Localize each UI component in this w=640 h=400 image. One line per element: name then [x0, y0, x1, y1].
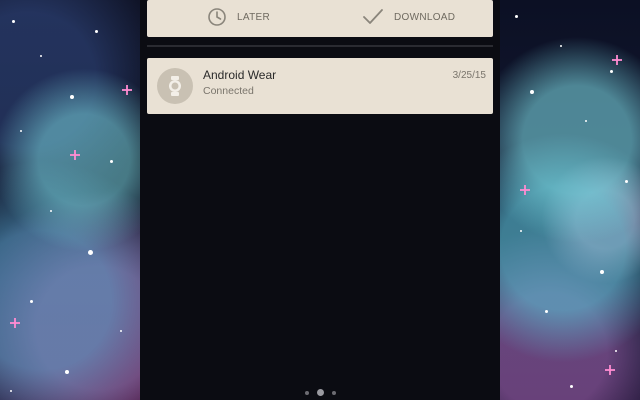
later-label: LATER	[237, 11, 270, 23]
page-dot[interactable]	[304, 390, 309, 395]
wallpaper-left	[0, 0, 140, 400]
app-icon-badge	[157, 68, 193, 104]
page-indicator	[140, 389, 500, 396]
android-wear-notification[interactable]: Android Wear Connected 3/25/15	[147, 58, 493, 114]
watch-icon	[169, 76, 181, 96]
clock-icon	[208, 8, 226, 26]
download-label: DOWNLOAD	[394, 11, 456, 23]
download-button[interactable]: DOWNLOAD	[362, 6, 455, 28]
wallpaper-right	[500, 0, 640, 400]
download-notification-actions: LATER DOWNLOAD	[147, 0, 493, 37]
notification-panel: LATER DOWNLOAD Android Wear Connected 3/…	[140, 0, 500, 400]
divider	[147, 45, 493, 47]
later-button[interactable]: LATER	[207, 6, 270, 28]
page-dot[interactable]	[331, 390, 336, 395]
checkmark-icon	[363, 9, 383, 24]
notification-subtitle: Connected	[203, 85, 254, 97]
notification-title: Android Wear	[203, 68, 277, 82]
notification-date: 3/25/15	[452, 70, 486, 81]
page-dot-active[interactable]	[316, 389, 324, 396]
